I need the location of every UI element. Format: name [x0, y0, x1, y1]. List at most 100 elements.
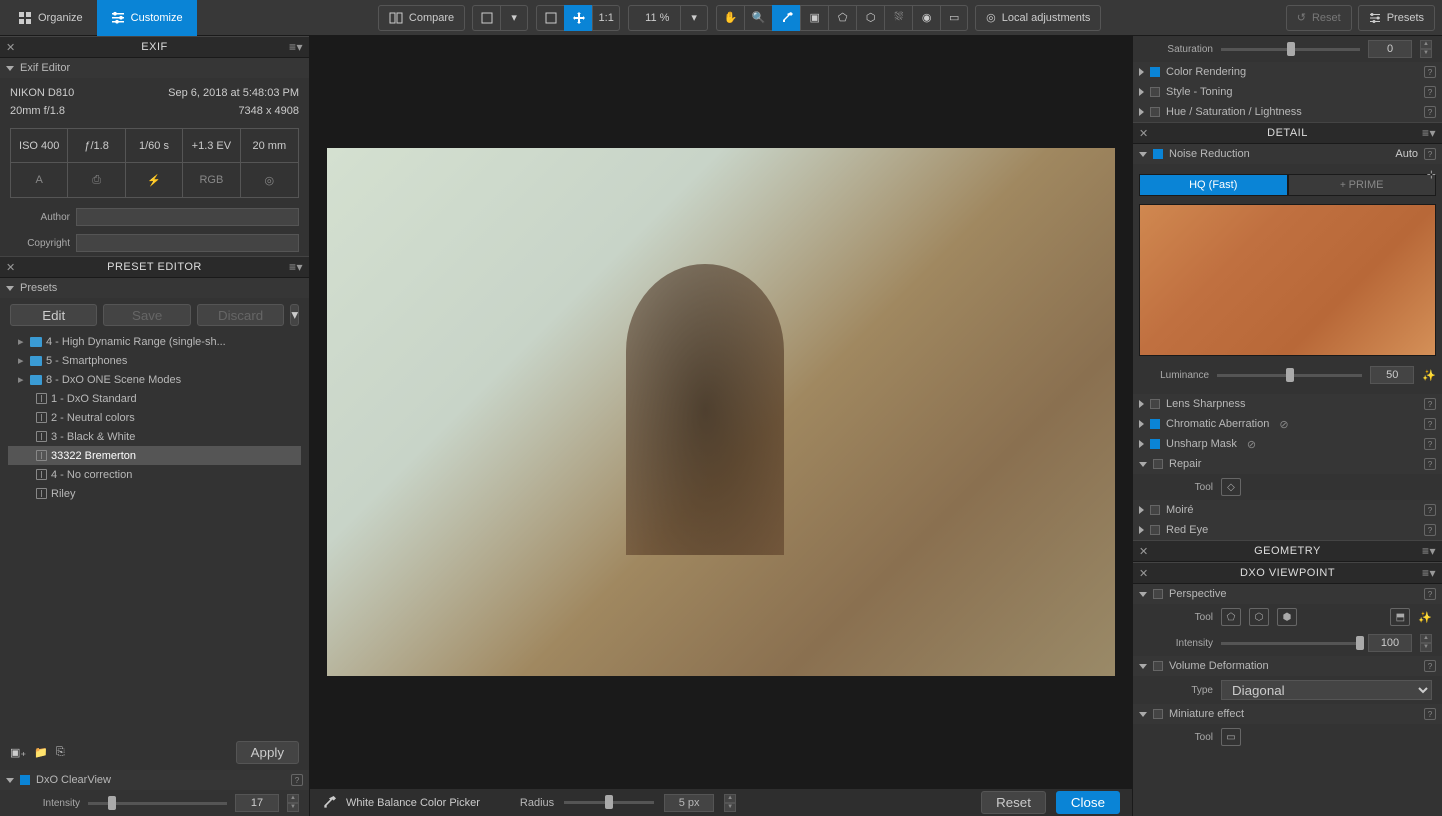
chromatic-aberration-header[interactable]: Chromatic Aberration⊘? — [1133, 414, 1442, 434]
crop-tool-button[interactable]: ▣ — [800, 5, 828, 31]
luminance-slider[interactable] — [1217, 374, 1362, 377]
lens-sharpness-toggle[interactable] — [1150, 399, 1160, 409]
wand-icon[interactable]: ✨ — [1422, 369, 1436, 382]
clearview-intensity-slider[interactable] — [88, 802, 227, 805]
preset-save-button[interactable]: Save — [103, 304, 190, 326]
help-icon[interactable]: ? — [1424, 504, 1436, 516]
repair-header[interactable]: Repair? — [1133, 454, 1442, 474]
view-single-button[interactable] — [472, 5, 500, 31]
persp-tool-3[interactable]: ⬢ — [1277, 608, 1297, 626]
preset-tree-item[interactable]: Riley — [8, 484, 301, 503]
radius-slider[interactable] — [564, 801, 654, 804]
lens-sharpness-header[interactable]: Lens Sharpness? — [1133, 394, 1442, 414]
saturation-value[interactable]: 0 — [1368, 40, 1412, 58]
repair-tool-icon[interactable]: ◇ — [1221, 478, 1241, 496]
repair-toggle[interactable] — [1153, 459, 1163, 469]
radius-value[interactable]: 5 px — [664, 794, 714, 812]
style-toning-toggle[interactable] — [1150, 87, 1160, 97]
vd-type-select[interactable]: Diagonal — [1221, 680, 1432, 700]
presets-section-header[interactable]: Presets — [0, 278, 309, 298]
luminance-value[interactable]: 50 — [1370, 366, 1414, 384]
close-icon[interactable]: ✕ — [6, 41, 16, 54]
bottom-close-button[interactable]: Close — [1056, 791, 1120, 814]
pin-icon[interactable]: ⊹ — [1427, 168, 1436, 181]
hsl-header[interactable]: Hue / Saturation / Lightness? — [1133, 102, 1442, 122]
stepper-up[interactable]: ▲ — [287, 794, 299, 803]
author-input[interactable] — [76, 208, 299, 226]
prime-mode-button[interactable]: + PRIME — [1288, 174, 1437, 196]
help-icon[interactable]: ? — [1424, 708, 1436, 720]
zoom-percent-display[interactable]: 11 % — [628, 5, 680, 31]
stepper-up[interactable]: ▲ — [724, 794, 736, 803]
persp-intensity-value[interactable]: 100 — [1368, 634, 1412, 652]
red-eye-header[interactable]: Red Eye? — [1133, 520, 1442, 540]
help-icon[interactable]: ? — [1424, 106, 1436, 118]
close-icon[interactable]: ✕ — [6, 261, 16, 274]
panel-menu-icon[interactable]: ≡▾ — [1422, 126, 1436, 140]
moire-toggle[interactable] — [1150, 505, 1160, 515]
unsharp-mask-toggle[interactable] — [1150, 439, 1160, 449]
preset-discard-button[interactable]: Discard — [197, 304, 284, 326]
help-icon[interactable]: ? — [1424, 86, 1436, 98]
preset-apply-button[interactable]: Apply — [236, 741, 299, 764]
stepper-up[interactable]: ▲ — [1420, 40, 1432, 49]
close-icon[interactable]: ✕ — [1139, 567, 1149, 580]
bottom-reset-button[interactable]: Reset — [981, 791, 1046, 814]
help-icon[interactable]: ? — [1424, 458, 1436, 470]
preset-dropdown-button[interactable]: ▾ — [290, 304, 299, 326]
perspective-toggle[interactable] — [1153, 589, 1163, 599]
persp-intensity-slider[interactable] — [1221, 642, 1360, 645]
repair-tool-button[interactable]: ⛆ — [884, 5, 912, 31]
tab-organize[interactable]: Organize — [4, 0, 97, 36]
help-icon[interactable]: ? — [291, 774, 303, 786]
preset-edit-button[interactable]: Edit — [10, 304, 97, 326]
volume-deformation-header[interactable]: Volume Deformation? — [1133, 656, 1442, 676]
reset-button[interactable]: ↺ Reset — [1286, 5, 1352, 31]
clearview-intensity-value[interactable]: 17 — [235, 794, 279, 812]
color-rendering-toggle[interactable] — [1150, 67, 1160, 77]
redeye-tool-button[interactable]: ◉ — [912, 5, 940, 31]
presets-button[interactable]: Presets — [1358, 5, 1435, 31]
close-icon[interactable]: ✕ — [1139, 545, 1149, 558]
horizon-tool-button[interactable]: ⬡ — [856, 5, 884, 31]
preset-tree-item[interactable]: 1 - DxO Standard — [8, 389, 301, 408]
photo-preview[interactable] — [327, 148, 1115, 676]
canvas-area[interactable] — [310, 36, 1132, 788]
new-folder-icon[interactable]: 📁 — [34, 746, 48, 759]
unsharp-mask-header[interactable]: Unsharp Mask⊘? — [1133, 434, 1442, 454]
preset-tree-item[interactable]: 2 - Neutral colors — [8, 408, 301, 427]
saturation-slider[interactable] — [1221, 48, 1360, 51]
style-toning-header[interactable]: Style - Toning? — [1133, 82, 1442, 102]
picker-tool-button[interactable] — [772, 5, 800, 31]
hsl-toggle[interactable] — [1150, 107, 1160, 117]
fit-screen-button[interactable] — [536, 5, 564, 31]
help-icon[interactable]: ? — [1424, 66, 1436, 78]
noise-reduction-toggle[interactable] — [1153, 149, 1163, 159]
compare-button[interactable]: Compare — [378, 5, 465, 31]
preset-tree-item[interactable]: 4 - No correction — [8, 465, 301, 484]
preset-tree-item[interactable]: 33322 Bremerton — [8, 446, 301, 465]
perspective-tool-button[interactable]: ⬠ — [828, 5, 856, 31]
persp-tool-4[interactable]: ⬒ — [1390, 608, 1410, 626]
help-icon[interactable]: ? — [1424, 524, 1436, 536]
miniature-tool-icon[interactable]: ▭ — [1221, 728, 1241, 746]
help-icon[interactable]: ? — [1424, 148, 1436, 160]
persp-tool-2[interactable]: ⬡ — [1249, 608, 1269, 626]
auto-label[interactable]: Auto — [1395, 148, 1418, 160]
hand-tool-button[interactable]: ✋ — [716, 5, 744, 31]
tab-customize[interactable]: Customize — [97, 0, 197, 36]
wand-icon[interactable]: ✨ — [1418, 611, 1432, 624]
help-icon[interactable]: ? — [1424, 588, 1436, 600]
duplicate-preset-icon[interactable]: ⎘ — [56, 746, 65, 759]
help-icon[interactable]: ? — [1424, 418, 1436, 430]
preset-tree-item[interactable]: ▸4 - High Dynamic Range (single-sh... — [8, 332, 301, 351]
help-icon[interactable]: ? — [1424, 660, 1436, 672]
miniature-toggle[interactable] — [1153, 709, 1163, 719]
panel-menu-icon[interactable]: ≡▾ — [1422, 566, 1436, 580]
color-rendering-header[interactable]: Color Rendering? — [1133, 62, 1442, 82]
stepper-down[interactable]: ▼ — [1420, 643, 1432, 652]
stepper-down[interactable]: ▼ — [724, 803, 736, 812]
stepper-down[interactable]: ▼ — [1420, 49, 1432, 58]
close-icon[interactable]: ✕ — [1139, 127, 1149, 140]
perspective-header[interactable]: Perspective? — [1133, 584, 1442, 604]
